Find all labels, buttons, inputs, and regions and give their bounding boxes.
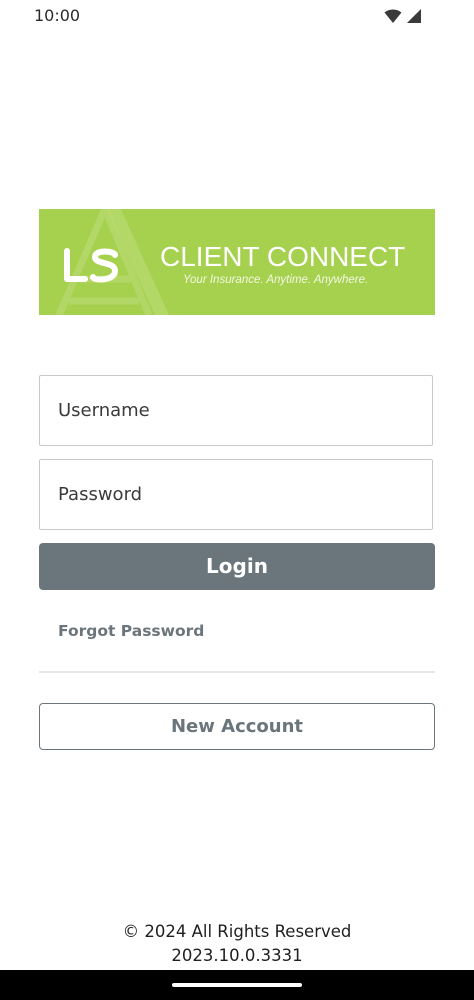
home-gesture-handle[interactable] [172, 983, 302, 987]
status-time: 10:00 [34, 6, 81, 25]
username-field-container [39, 375, 433, 446]
forgot-password-link[interactable]: Forgot Password [58, 622, 204, 640]
cellular-signal-icon [407, 9, 421, 23]
password-field-container [39, 459, 433, 530]
divider [39, 671, 435, 673]
brand-banner: CLIENT CONNECT Your Insurance. Anytime. … [39, 209, 435, 315]
wifi-icon [384, 9, 402, 23]
copyright-text: © 2024 All Rights Reserved [122, 922, 352, 941]
banner-title: CLIENT CONNECT [160, 241, 406, 272]
status-icons [384, 8, 424, 24]
username-input[interactable] [40, 376, 432, 445]
status-bar: 10:00 [0, 0, 474, 32]
new-account-button[interactable]: New Account [39, 703, 435, 750]
banner-tagline: Your Insurance. Anytime. Anywhere. [183, 274, 369, 286]
system-nav-bar [0, 970, 474, 1000]
login-button[interactable]: Login [39, 543, 435, 590]
ls-logo-icon [64, 248, 118, 283]
password-input[interactable] [40, 460, 432, 529]
app-version-text: 2023.10.0.3331 [171, 946, 303, 965]
